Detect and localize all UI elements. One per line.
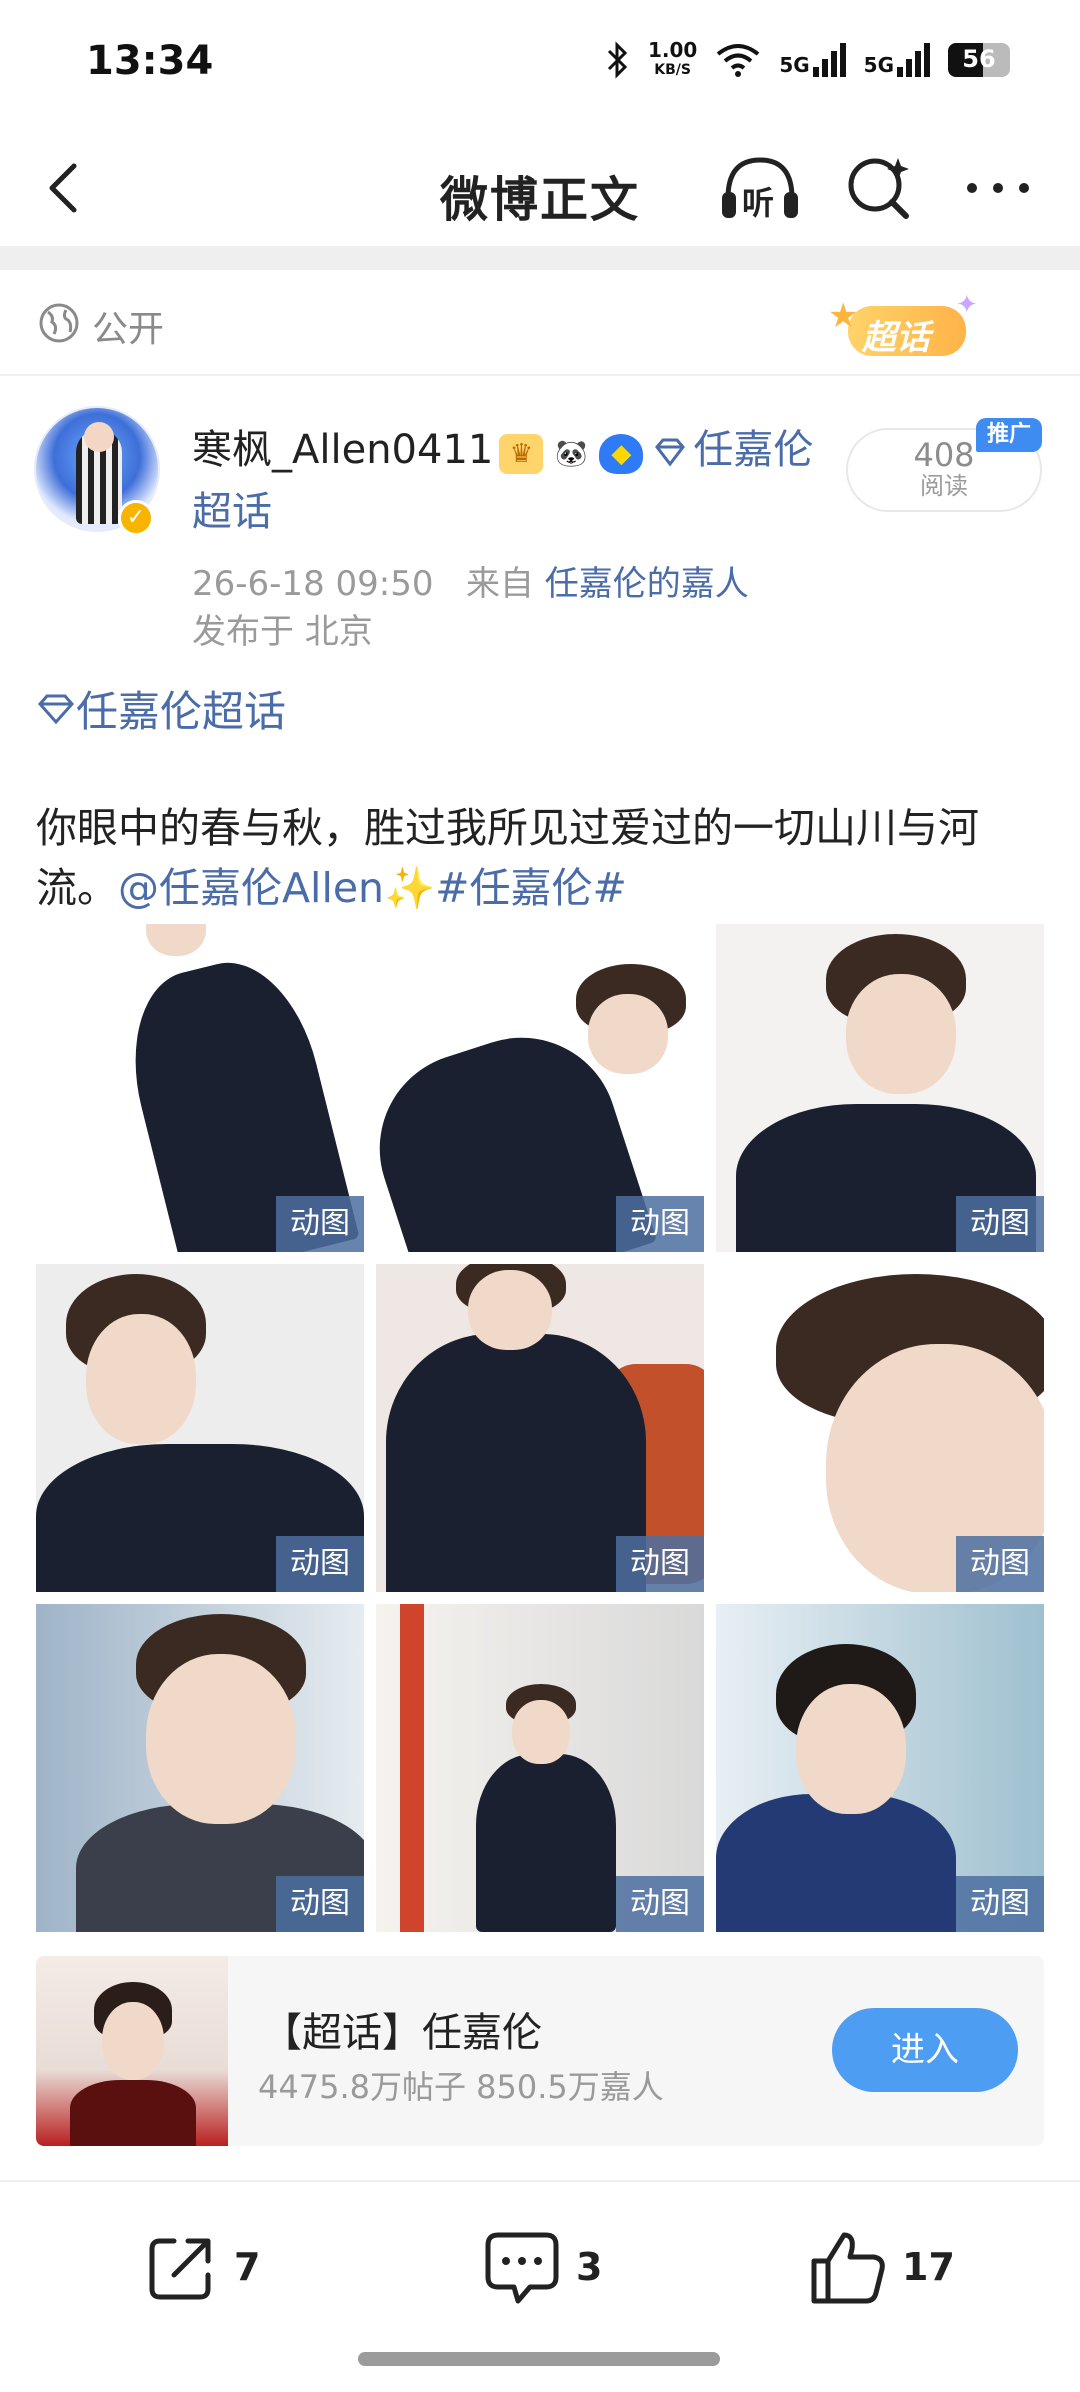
gif-tag: 动图 [956,1536,1044,1592]
search-icon[interactable] [844,152,914,222]
bluetooth-icon [607,41,628,79]
top-nav-bar: 微博正文 听 [0,130,1080,246]
post-time: 26-6-18 09:50 [192,564,434,604]
source-link[interactable]: 任嘉伦的嘉人 [545,564,749,604]
author-line: 寒枫_Allen0411 ♛ 🐼 ◆ 任嘉伦超话 [192,420,832,542]
photo-3[interactable]: 动图 [716,924,1044,1252]
signal-2-label: 5G [863,53,894,77]
post-body: 你眼中的春与秋，胜过我所见过爱过的一切山川与河流。@任嘉伦Allen✨#任嘉伦# [36,798,1046,918]
star-icon: ★ [828,296,859,336]
gif-tag: 动图 [616,1876,704,1932]
mention-link[interactable]: @任嘉伦Allen [118,864,384,912]
crown-badge-icon: ♛ [499,434,544,474]
visibility-row: 公开 ★ 超话 ✦ [0,270,1080,376]
sparkle-icon: ✦ [956,290,978,320]
battery-icon: 56 [948,43,1010,77]
gif-tag: 动图 [956,1876,1044,1932]
status-icons: 1.00 KB/S 5G 5G 56 [606,40,1010,80]
gif-tag: 动图 [276,1196,364,1252]
listen-button[interactable]: 听 [718,152,802,222]
like-count: 17 [902,2245,955,2289]
topic-tag[interactable]: 任嘉伦超话 [36,678,286,739]
share-count: 7 [234,2245,261,2289]
comment-icon [485,2232,559,2304]
post-location: 发布于 北京 [192,612,373,652]
photo-8[interactable]: 动图 [376,1604,704,1932]
thumbs-up-icon [811,2232,885,2304]
photo-7[interactable]: 动图 [36,1604,364,1932]
action-bar: 7 3 17 [0,2182,1080,2352]
net-speed: 1.00 KB/S [648,40,697,80]
photo-2[interactable]: 动图 [376,924,704,1252]
status-bar: 13:34 1.00 KB/S 5G 5G 56 [0,0,1080,130]
more-icon[interactable] [962,160,1034,216]
photo-9[interactable]: 动图 [716,1604,1044,1932]
super-topic-title: 【超话】任嘉伦 [262,2010,542,2056]
gif-tag: 动图 [616,1196,704,1252]
net-speed-unit: KB/S [654,62,691,78]
share-button[interactable]: 7 [144,2222,260,2312]
super-topic-badge-label: 超话 [862,318,930,358]
image-grid: 动图 动图 动图 动图 动图 动图 动图 动图 动图 [36,924,1046,1932]
hashtag-link[interactable]: #任嘉伦# [435,864,627,912]
status-time: 13:34 [86,38,214,84]
signal-bars-icon [812,43,846,77]
photo-4[interactable]: 动图 [36,1264,364,1592]
photo-1[interactable]: 动图 [36,924,364,1252]
comment-button[interactable]: 3 [482,2222,602,2312]
net-speed-value: 1.00 [647,38,698,62]
cell-signal-1: 5G [779,43,846,77]
author-name[interactable]: 寒枫_Allen0411 [192,427,493,473]
photo-6[interactable]: 动图 [716,1264,1044,1592]
promo-tag[interactable]: 推广 [976,418,1042,452]
page-title: 微博正文 [439,172,640,228]
sparkle-emoji: ✨ [384,864,436,912]
super-topic-thumbnail [36,1956,228,2146]
signal-bars-icon [897,43,930,77]
share-icon [149,2238,211,2300]
battery-level: 56 [962,45,996,73]
gif-tag: 动图 [616,1536,704,1592]
post-meta: 26-6-18 09:50 来自 任嘉伦的嘉人 [192,556,749,605]
source-prefix: 来自 [465,564,534,604]
section-divider [0,246,1080,270]
super-topic-stats: 4475.8万帖子 850.5万嘉人 [258,2068,664,2106]
globe-icon [39,303,79,343]
diamond-icon [655,438,686,467]
super-topic-card[interactable]: 【超话】任嘉伦 4475.8万帖子 850.5万嘉人 进入 [36,1956,1044,2146]
gif-tag: 动图 [276,1536,364,1592]
super-topic-badge[interactable]: ★ 超话 ✦ [818,290,988,366]
cell-signal-2: 5G [864,43,930,77]
comment-count: 3 [576,2245,603,2289]
listen-label: 听 [742,184,775,222]
wifi-icon [717,44,760,77]
visibility-label: 公开 [92,309,165,350]
panda-badge-icon: 🐼 [549,434,594,474]
diamond-icon [38,694,74,724]
photo-5[interactable]: 动图 [376,1264,704,1592]
gif-tag: 动图 [956,1196,1044,1252]
shield-badge-icon: ◆ [599,434,644,474]
read-label: 阅读 [920,472,968,500]
signal-1-label: 5G [779,53,810,77]
gif-tag: 动图 [276,1876,364,1932]
enter-button[interactable]: 进入 [832,2008,1018,2092]
verified-badge-icon: ✓ [118,500,154,536]
home-indicator[interactable] [358,2352,720,2366]
topic-tag-label: 任嘉伦超话 [76,687,287,736]
like-button[interactable]: 17 [808,2222,955,2312]
